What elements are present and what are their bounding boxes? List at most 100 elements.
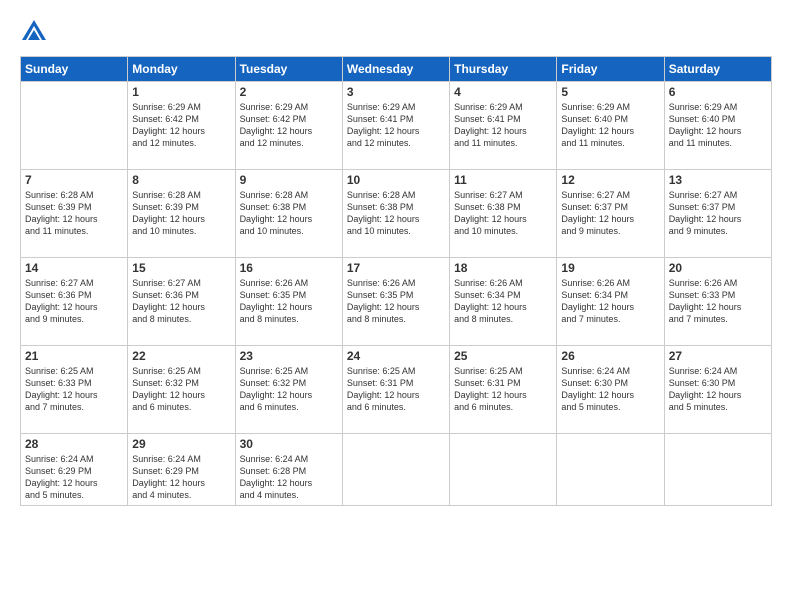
day-number: 29	[132, 437, 230, 451]
day-cell-17: 17Sunrise: 6:26 AM Sunset: 6:35 PM Dayli…	[342, 258, 449, 346]
empty-cell	[450, 434, 557, 506]
day-cell-25: 25 Sunrise: 6:25 AM Sunset: 6:31 PM Dayli…	[450, 346, 557, 434]
day-number: 13	[669, 173, 767, 187]
week-row-1: 1 Sunrise: 6:29 AM Sunset: 6:42 PM Daylig…	[21, 82, 772, 170]
day-number: 28	[25, 437, 123, 451]
day-cell-1: 1 Sunrise: 6:29 AM Sunset: 6:42 PM Daylig…	[128, 82, 235, 170]
calendar-table: SundayMondayTuesdayWednesdayThursdayFrid…	[20, 56, 772, 506]
day-info: Sunrise: 6:29 AM Sunset: 6:41 PM Dayligh…	[347, 101, 445, 150]
day-number: 16	[240, 261, 338, 275]
day-cell-10: 10 Sunrise: 6:28 AM Sunset: 6:38 PM Dayli…	[342, 170, 449, 258]
day-cell-5: 5 Sunrise: 6:29 AM Sunset: 6:40 PM Daylig…	[557, 82, 664, 170]
col-header-thursday: Thursday	[450, 57, 557, 82]
day-number: 2	[240, 85, 338, 99]
day-number: 3	[347, 85, 445, 99]
day-info: Sunrise: 6:26 AM Sunset: 6:34 PM Dayligh…	[561, 277, 659, 326]
col-header-friday: Friday	[557, 57, 664, 82]
day-number: 5	[561, 85, 659, 99]
day-cell-28: 28 Sunrise: 6:24 AM Sunset: 6:29 PM Dayli…	[21, 434, 128, 506]
day-number: 11	[454, 173, 552, 187]
day-number: 25	[454, 349, 552, 363]
day-cell-19: 19 Sunrise: 6:26 AM Sunset: 6:34 PM Dayli…	[557, 258, 664, 346]
day-info: Sunrise: 6:25 AM Sunset: 6:32 PM Dayligh…	[240, 365, 338, 414]
col-header-sunday: Sunday	[21, 57, 128, 82]
day-info: Sunrise: 6:28 AM Sunset: 6:39 PM Dayligh…	[132, 189, 230, 238]
day-cell-29: 29 Sunrise: 6:24 AM Sunset: 6:29 PM Dayli…	[128, 434, 235, 506]
week-row-4: 21 Sunrise: 6:25 AM Sunset: 6:33 PM Dayli…	[21, 346, 772, 434]
day-number: 30	[240, 437, 338, 451]
day-info: Sunrise: 6:29 AM Sunset: 6:41 PM Dayligh…	[454, 101, 552, 150]
day-info: Sunrise: 6:27 AM Sunset: 6:37 PM Dayligh…	[669, 189, 767, 238]
day-info: Sunrise: 6:24 AM Sunset: 6:30 PM Dayligh…	[669, 365, 767, 414]
day-number: 19	[561, 261, 659, 275]
header	[20, 18, 772, 46]
day-number: 10	[347, 173, 445, 187]
day-info: Sunrise: 6:25 AM Sunset: 6:31 PM Dayligh…	[454, 365, 552, 414]
day-info: Sunrise: 6:29 AM Sunset: 6:42 PM Dayligh…	[240, 101, 338, 150]
day-number: 12	[561, 173, 659, 187]
day-cell-7: 7Sunrise: 6:28 AM Sunset: 6:39 PM Daylig…	[21, 170, 128, 258]
day-cell-18: 18 Sunrise: 6:26 AM Sunset: 6:34 PM Dayli…	[450, 258, 557, 346]
day-number: 1	[132, 85, 230, 99]
day-cell-24: 24Sunrise: 6:25 AM Sunset: 6:31 PM Dayli…	[342, 346, 449, 434]
col-header-tuesday: Tuesday	[235, 57, 342, 82]
day-cell-4: 4 Sunrise: 6:29 AM Sunset: 6:41 PM Daylig…	[450, 82, 557, 170]
day-info: Sunrise: 6:25 AM Sunset: 6:33 PM Dayligh…	[25, 365, 123, 414]
day-info: Sunrise: 6:29 AM Sunset: 6:40 PM Dayligh…	[669, 101, 767, 150]
day-cell-14: 14 Sunrise: 6:27 AM Sunset: 6:36 PM Dayli…	[21, 258, 128, 346]
day-info: Sunrise: 6:25 AM Sunset: 6:31 PM Dayligh…	[347, 365, 445, 414]
day-cell-27: 27 Sunrise: 6:24 AM Sunset: 6:30 PM Dayli…	[664, 346, 771, 434]
day-info: Sunrise: 6:28 AM Sunset: 6:38 PM Dayligh…	[347, 189, 445, 238]
day-info: Sunrise: 6:28 AM Sunset: 6:38 PM Dayligh…	[240, 189, 338, 238]
day-number: 20	[669, 261, 767, 275]
col-header-wednesday: Wednesday	[342, 57, 449, 82]
day-number: 9	[240, 173, 338, 187]
day-cell-11: 11 Sunrise: 6:27 AM Sunset: 6:38 PM Dayli…	[450, 170, 557, 258]
day-cell-13: 13 Sunrise: 6:27 AM Sunset: 6:37 PM Dayli…	[664, 170, 771, 258]
day-number: 4	[454, 85, 552, 99]
day-info: Sunrise: 6:26 AM Sunset: 6:33 PM Dayligh…	[669, 277, 767, 326]
week-row-3: 14 Sunrise: 6:27 AM Sunset: 6:36 PM Dayli…	[21, 258, 772, 346]
day-info: Sunrise: 6:29 AM Sunset: 6:42 PM Dayligh…	[132, 101, 230, 150]
day-cell-21: 21 Sunrise: 6:25 AM Sunset: 6:33 PM Dayli…	[21, 346, 128, 434]
calendar-header-row: SundayMondayTuesdayWednesdayThursdayFrid…	[21, 57, 772, 82]
day-cell-9: 9 Sunrise: 6:28 AM Sunset: 6:38 PM Daylig…	[235, 170, 342, 258]
day-cell-3: 3 Sunrise: 6:29 AM Sunset: 6:41 PM Daylig…	[342, 82, 449, 170]
day-cell-26: 26Sunrise: 6:24 AM Sunset: 6:30 PM Dayli…	[557, 346, 664, 434]
day-number: 21	[25, 349, 123, 363]
day-info: Sunrise: 6:27 AM Sunset: 6:38 PM Dayligh…	[454, 189, 552, 238]
empty-cell	[21, 82, 128, 170]
day-number: 27	[669, 349, 767, 363]
day-cell-6: 6 Sunrise: 6:29 AM Sunset: 6:40 PM Daylig…	[664, 82, 771, 170]
day-info: Sunrise: 6:24 AM Sunset: 6:29 PM Dayligh…	[25, 453, 123, 502]
day-cell-8: 8 Sunrise: 6:28 AM Sunset: 6:39 PM Daylig…	[128, 170, 235, 258]
week-row-2: 7 Sunrise: 6:28 AM Sunset: 6:39 PM Daylig…	[21, 170, 772, 258]
col-header-saturday: Saturday	[664, 57, 771, 82]
day-number: 8	[132, 173, 230, 187]
day-number: 22	[132, 349, 230, 363]
day-info: Sunrise: 6:27 AM Sunset: 6:36 PM Dayligh…	[25, 277, 123, 326]
day-number: 17	[347, 261, 445, 275]
logo	[20, 18, 52, 46]
day-number: 23	[240, 349, 338, 363]
day-number: 14	[25, 261, 123, 275]
day-number: 6	[669, 85, 767, 99]
empty-cell	[664, 434, 771, 506]
day-info: Sunrise: 6:25 AM Sunset: 6:32 PM Dayligh…	[132, 365, 230, 414]
day-number: 15	[132, 261, 230, 275]
day-info: Sunrise: 6:29 AM Sunset: 6:40 PM Dayligh…	[561, 101, 659, 150]
day-info: Sunrise: 6:26 AM Sunset: 6:34 PM Dayligh…	[454, 277, 552, 326]
day-cell-30: 30Sunrise: 6:24 AM Sunset: 6:28 PM Dayli…	[235, 434, 342, 506]
page: SundayMondayTuesdayWednesdayThursdayFrid…	[0, 0, 792, 612]
day-cell-23: 23 Sunrise: 6:25 AM Sunset: 6:32 PM Dayli…	[235, 346, 342, 434]
day-info: Sunrise: 6:27 AM Sunset: 6:37 PM Dayligh…	[561, 189, 659, 238]
empty-cell	[342, 434, 449, 506]
col-header-monday: Monday	[128, 57, 235, 82]
day-number: 18	[454, 261, 552, 275]
day-cell-22: 22 Sunrise: 6:25 AM Sunset: 6:32 PM Dayli…	[128, 346, 235, 434]
day-cell-15: 15Sunrise: 6:27 AM Sunset: 6:36 PM Dayli…	[128, 258, 235, 346]
day-number: 7	[25, 173, 123, 187]
day-info: Sunrise: 6:24 AM Sunset: 6:29 PM Dayligh…	[132, 453, 230, 502]
week-row-5: 28 Sunrise: 6:24 AM Sunset: 6:29 PM Dayli…	[21, 434, 772, 506]
day-cell-16: 16Sunrise: 6:26 AM Sunset: 6:35 PM Dayli…	[235, 258, 342, 346]
